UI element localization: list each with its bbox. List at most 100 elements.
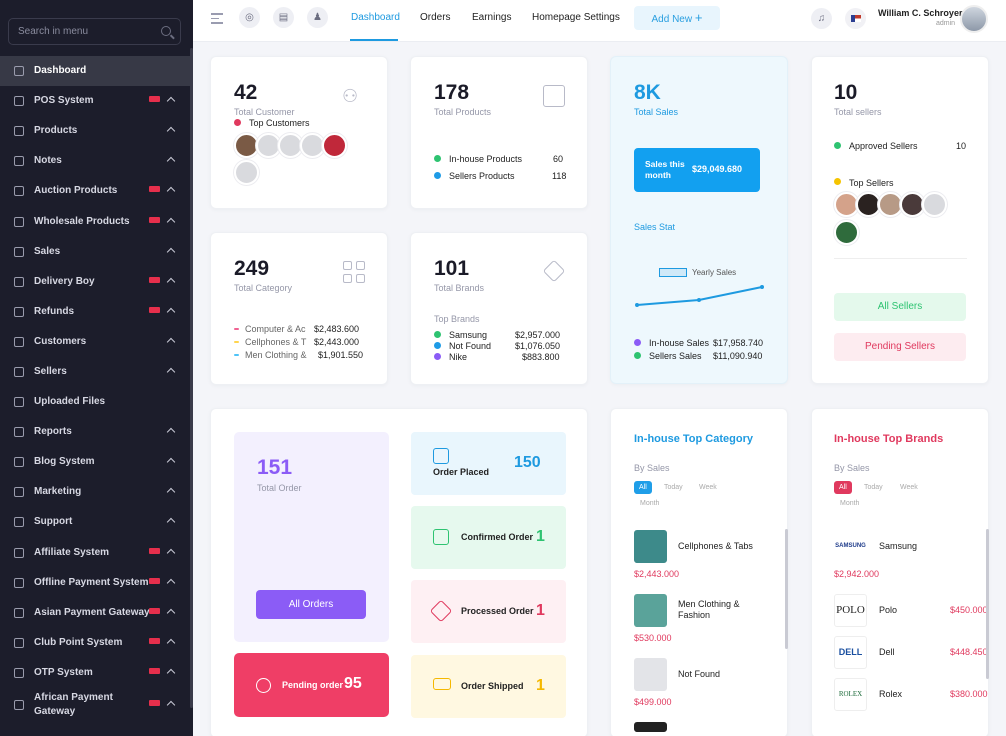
top-brand-name[interactable]: Rolex: [879, 689, 902, 699]
product-thumbnail[interactable]: [634, 658, 667, 691]
filter-month[interactable]: Month: [840, 500, 859, 507]
flag-us-icon[interactable]: [845, 8, 866, 29]
sidebar-item-pos-system[interactable]: POS System: [0, 86, 190, 116]
tab-orders[interactable]: Orders: [420, 12, 451, 23]
chevron-up-icon[interactable]: [166, 96, 176, 106]
sidebar-item-delivery-boy[interactable]: Delivery Boy: [0, 267, 190, 297]
seller-avatar[interactable]: [922, 192, 947, 217]
list-scrollbar[interactable]: [785, 529, 788, 649]
chevron-up-icon[interactable]: [166, 217, 176, 226]
sidebar-item-affiliate-system[interactable]: Affiliate System: [0, 538, 190, 568]
sidebar-item-reports[interactable]: Reports: [0, 417, 190, 447]
sidebar-item-auction-products[interactable]: Auction Products: [0, 176, 190, 206]
search-menu-input[interactable]: Search in menu: [8, 18, 181, 45]
pending-order-box[interactable]: Pending order 95: [234, 653, 389, 717]
bell-icon[interactable]: ♫: [811, 8, 832, 29]
sidebar-item-sellers[interactable]: Sellers: [0, 357, 190, 387]
customer-avatar[interactable]: [234, 160, 259, 185]
sidebar-item-club-point-system[interactable]: Club Point System: [0, 628, 190, 658]
chevron-up-icon[interactable]: [166, 307, 176, 317]
processed-order-box[interactable]: Processed Order 1: [411, 580, 566, 643]
filter-week[interactable]: Week: [900, 484, 918, 491]
pending-sellers-button[interactable]: Pending Sellers: [834, 333, 966, 361]
tab-dashboard[interactable]: Dashboard: [351, 12, 400, 23]
chevron-up-icon[interactable]: [166, 367, 176, 377]
sidebar-item-customers[interactable]: Customers: [0, 327, 190, 357]
pos-icon[interactable]: ♟: [307, 7, 328, 28]
chevron-up-icon[interactable]: [166, 668, 176, 678]
filter-week[interactable]: Week: [699, 484, 717, 491]
rolex-logo[interactable]: ROLEX: [834, 678, 867, 711]
sidebar-item-wholesale-products[interactable]: Wholesale Products: [0, 206, 190, 236]
top-brand-name[interactable]: Polo: [879, 605, 897, 615]
sidebar-item-sales[interactable]: Sales: [0, 237, 190, 267]
seller-avatar[interactable]: [834, 220, 859, 245]
filter-all[interactable]: All: [834, 481, 852, 494]
sidebar-item-support[interactable]: Support: [0, 507, 190, 537]
chevron-up-icon[interactable]: [166, 701, 176, 710]
confirmed-order-box[interactable]: Confirmed Order 1: [411, 506, 566, 569]
sidebar-item-blog-system[interactable]: Blog System: [0, 447, 190, 477]
chevron-up-icon[interactable]: [166, 638, 176, 648]
chevron-up-icon[interactable]: [166, 126, 176, 136]
product-thumbnail[interactable]: [634, 530, 667, 563]
tab-earnings[interactable]: Earnings: [472, 12, 511, 23]
sidebar-item-marketing[interactable]: Marketing: [0, 477, 190, 507]
order-placed-box[interactable]: Order Placed 150: [411, 432, 566, 495]
top-brand-name[interactable]: Samsung: [879, 541, 917, 551]
addon-badge-icon: [149, 216, 160, 223]
user-name[interactable]: William C. Schroyer: [878, 8, 962, 18]
dell-logo[interactable]: DELL: [834, 636, 867, 669]
chevron-up-icon[interactable]: [166, 488, 176, 497]
filter-all[interactable]: All: [634, 481, 652, 494]
all-sellers-button[interactable]: All Sellers: [834, 293, 966, 321]
samsung-logo[interactable]: SAMSUNG: [834, 530, 867, 563]
top-category-name[interactable]: Not Found: [678, 669, 720, 679]
sidebar-scrollbar[interactable]: [190, 48, 193, 708]
chevron-up-icon[interactable]: [166, 247, 176, 256]
chevron-up-icon[interactable]: [166, 157, 176, 166]
filter-today[interactable]: Today: [864, 484, 883, 491]
filter-month[interactable]: Month: [640, 500, 659, 507]
chevron-up-icon[interactable]: [166, 277, 176, 286]
customer-avatar[interactable]: [322, 133, 347, 158]
chevron-up-icon[interactable]: [166, 427, 176, 437]
top-category-name[interactable]: Men Clothing & Fashion: [678, 599, 758, 621]
list-scrollbar[interactable]: [986, 529, 989, 679]
sidebar-item-uploaded-files[interactable]: Uploaded Files: [0, 387, 190, 417]
filter-today[interactable]: Today: [664, 484, 683, 491]
add-new-button[interactable]: Add New +: [634, 6, 720, 30]
menu-toggle-icon[interactable]: [211, 13, 223, 25]
chevron-up-icon[interactable]: [166, 458, 176, 467]
chevron-up-icon[interactable]: [166, 187, 176, 196]
chevron-up-icon[interactable]: [166, 518, 176, 527]
category-color-marker: [234, 354, 239, 356]
avatar[interactable]: [960, 5, 988, 33]
polo-logo[interactable]: POLO: [834, 594, 867, 627]
sidebar-item-asian-payment-gateway[interactable]: Asian Payment Gateway: [0, 598, 190, 628]
globe-icon[interactable]: ◎: [239, 7, 260, 28]
chevron-up-icon[interactable]: [166, 337, 176, 347]
sidebar-item-dashboard[interactable]: Dashboard: [0, 56, 190, 87]
all-orders-button[interactable]: All Orders: [256, 590, 366, 619]
chevron-up-icon[interactable]: [166, 578, 176, 587]
clear-cache-icon[interactable]: ▤: [273, 7, 294, 28]
product-thumbnail[interactable]: [634, 594, 667, 627]
sidebar-item-label: Affiliate System: [34, 546, 110, 558]
sidebar-item-african-payment-gateway[interactable]: African Payment Gateway: [0, 688, 190, 723]
product-thumbnail[interactable]: [634, 722, 667, 732]
sidebar-item-refunds[interactable]: Refunds: [0, 297, 190, 327]
sidebar-item-offline-payment-system[interactable]: Offline Payment System: [0, 568, 190, 598]
sidebar-item-products[interactable]: Products: [0, 116, 190, 146]
sellers-label: Total sellers: [834, 107, 882, 117]
chevron-up-icon[interactable]: [166, 548, 176, 557]
chevron-up-icon[interactable]: [166, 608, 176, 617]
top-brand-name[interactable]: Dell: [879, 647, 895, 657]
top-category-name[interactable]: Cellphones & Tabs: [678, 541, 753, 551]
sidebar-item-otp-system[interactable]: OTP System: [0, 658, 190, 688]
order-shipped-box[interactable]: Order Shipped 1: [411, 655, 566, 718]
otp-icon: [14, 667, 24, 678]
sidebar-item-notes[interactable]: Notes: [0, 146, 190, 176]
tab-homepage-settings[interactable]: Homepage Settings: [532, 12, 620, 23]
wholesale-icon: [14, 216, 24, 227]
